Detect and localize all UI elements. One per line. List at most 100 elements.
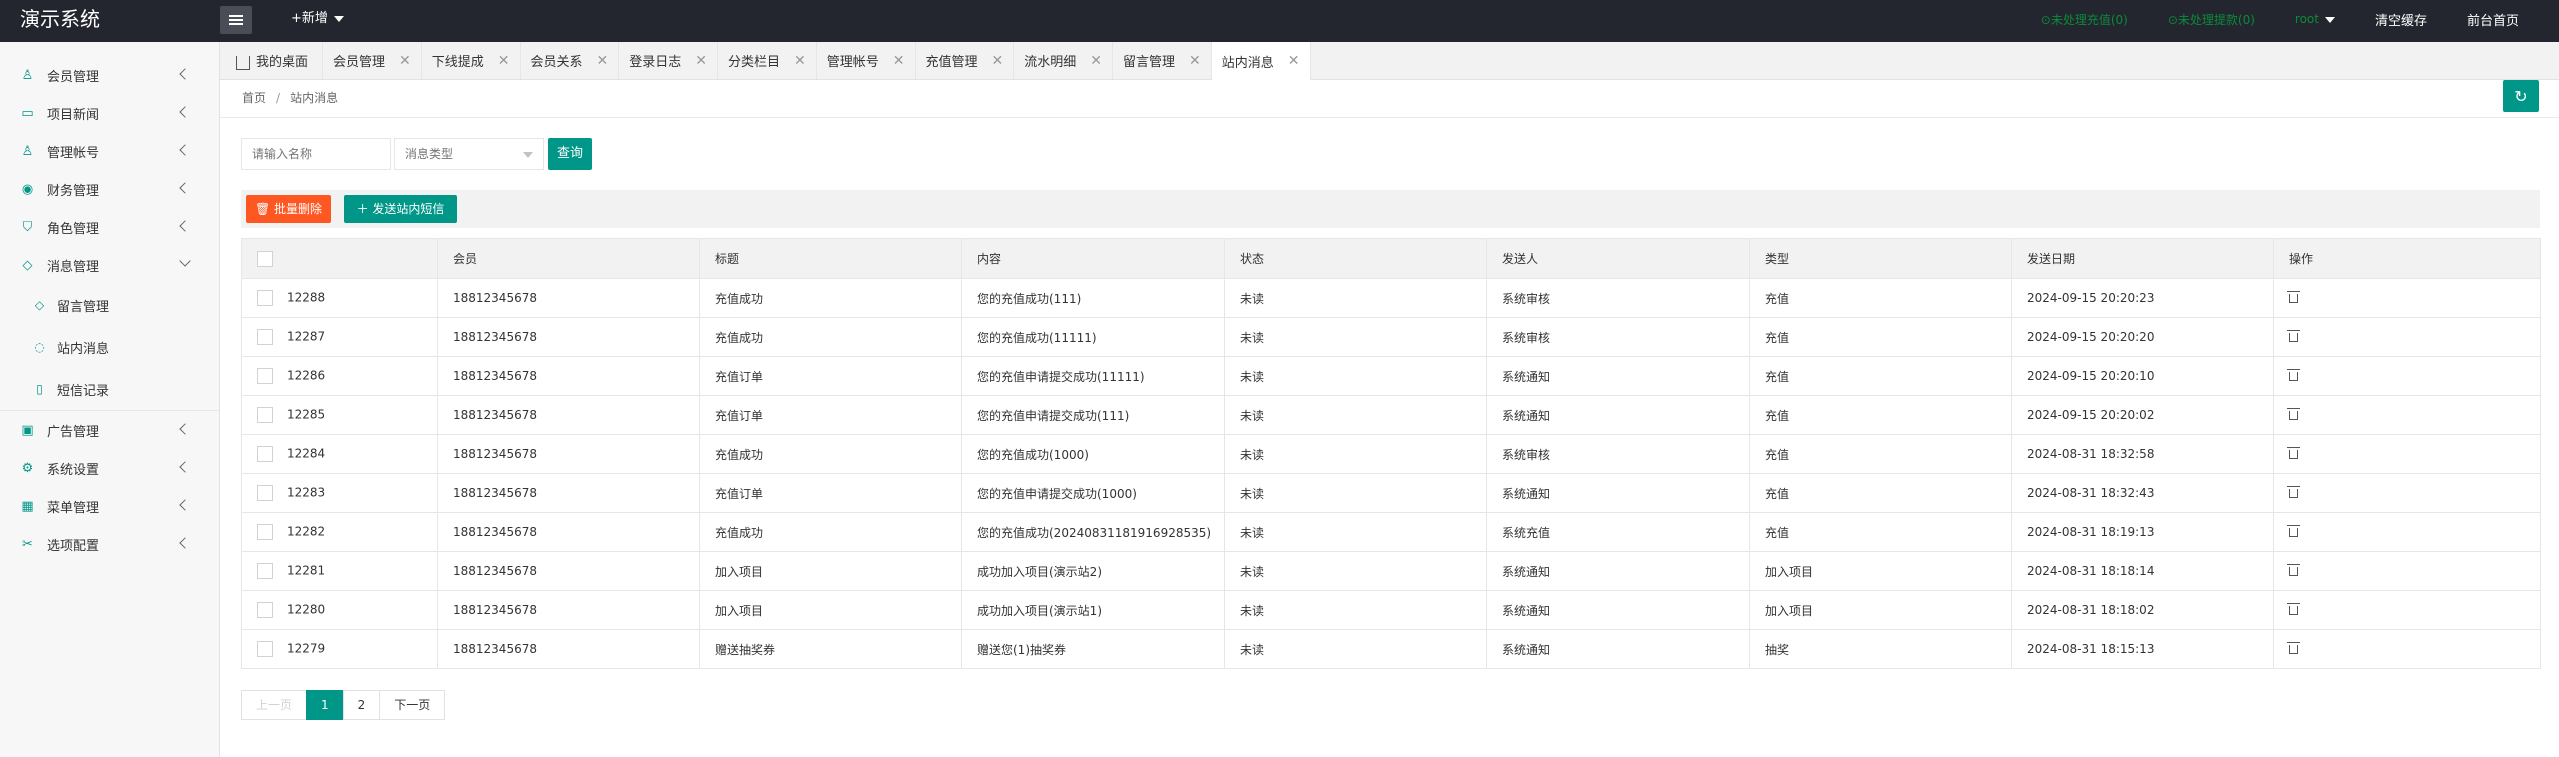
sidebar-item-system-settings[interactable]: ⚙ 系统设置 bbox=[0, 449, 219, 487]
close-icon[interactable]: ✕ bbox=[498, 53, 510, 69]
row-checkbox[interactable] bbox=[257, 602, 273, 618]
refresh-button[interactable]: ↻ bbox=[2503, 80, 2539, 112]
row-content: 您的充值成功(11111) bbox=[961, 317, 1225, 357]
sidebar-item-messages[interactable]: ◇ 消息管理 bbox=[0, 246, 219, 284]
close-icon[interactable]: ✕ bbox=[794, 53, 806, 69]
tab-member-relations[interactable]: 会员关系 ✕ bbox=[521, 42, 620, 79]
row-id: 12283 bbox=[287, 485, 326, 500]
delete-icon[interactable] bbox=[2287, 564, 2300, 576]
caret-down-icon bbox=[333, 15, 344, 22]
add-new-label: +新增 bbox=[291, 11, 328, 26]
tab-admin-accounts[interactable]: 管理帐号 ✕ bbox=[817, 42, 916, 79]
sidebar-item-admin-accounts[interactable]: ♙ 管理帐号 bbox=[0, 132, 219, 170]
chevron-left-icon bbox=[179, 537, 191, 549]
prev-page-button[interactable]: 上一页 bbox=[241, 690, 308, 720]
pending-recharge-link[interactable]: ⊙未处理充值(0) bbox=[2041, 11, 2128, 28]
tab-login-logs[interactable]: 登录日志 ✕ bbox=[619, 42, 719, 79]
row-member: 18812345678 bbox=[437, 473, 700, 513]
sidebar-subitem-site-messages[interactable]: ◌ 站内消息 bbox=[0, 326, 219, 368]
clear-cache-button[interactable]: 清空缓存 bbox=[2375, 10, 2427, 29]
row-title: 加入项目 bbox=[699, 590, 962, 630]
row-checkbox[interactable] bbox=[257, 524, 273, 540]
row-member: 18812345678 bbox=[437, 356, 700, 396]
delete-icon[interactable] bbox=[2287, 369, 2300, 381]
chevron-left-icon bbox=[179, 106, 191, 118]
tab-guestbook[interactable]: 留言管理 ✕ bbox=[1113, 42, 1212, 79]
sidebar-item-roles[interactable]: ⛉ 角色管理 bbox=[0, 208, 219, 246]
row-checkbox[interactable] bbox=[257, 407, 273, 423]
delete-icon[interactable] bbox=[2287, 408, 2300, 420]
breadcrumb-home[interactable]: 首页 bbox=[242, 91, 266, 105]
sidebar-item-menus[interactable]: ▦ 菜单管理 bbox=[0, 487, 219, 525]
tab-site-messages[interactable]: 站内消息 ✕ bbox=[1211, 42, 1311, 80]
delete-icon[interactable] bbox=[2287, 486, 2300, 498]
pending-withdraw-link[interactable]: ⊙未处理提款(0) bbox=[2168, 11, 2255, 28]
row-content: 成功加入项目(演示站1) bbox=[961, 590, 1225, 630]
row-checkbox[interactable] bbox=[257, 329, 273, 345]
sidebar-toggle-button[interactable] bbox=[220, 6, 252, 34]
tab-categories[interactable]: 分类栏目 ✕ bbox=[718, 42, 817, 79]
delete-icon[interactable] bbox=[2287, 525, 2300, 537]
delete-icon[interactable] bbox=[2287, 330, 2300, 342]
tab-label: 分类栏目 bbox=[728, 55, 781, 70]
close-icon[interactable]: ✕ bbox=[695, 53, 707, 69]
sidebar-item-members[interactable]: ♙ 会员管理 bbox=[0, 56, 219, 94]
close-icon[interactable]: ✕ bbox=[399, 53, 411, 69]
page-2-button[interactable]: 2 bbox=[342, 690, 381, 720]
row-id-cell: 12287 bbox=[241, 317, 438, 357]
close-icon[interactable]: ✕ bbox=[1288, 53, 1300, 69]
row-id: 12284 bbox=[287, 446, 326, 461]
header-select-all bbox=[241, 238, 438, 279]
message-type-select[interactable]: 消息类型 bbox=[394, 138, 544, 170]
chevron-left-icon bbox=[179, 182, 191, 194]
user-icon: ♙ bbox=[21, 67, 34, 83]
close-icon[interactable]: ✕ bbox=[893, 53, 905, 69]
row-id: 12280 bbox=[287, 602, 326, 617]
delete-icon[interactable] bbox=[2287, 447, 2300, 459]
query-button[interactable]: 查询 bbox=[548, 138, 592, 170]
app-logo[interactable]: 演示系统 bbox=[20, 0, 100, 42]
sidebar-subitem-sms-records[interactable]: ▯ 短信记录 bbox=[0, 368, 219, 410]
row-actions bbox=[2273, 356, 2541, 396]
row-checkbox[interactable] bbox=[257, 368, 273, 384]
tab-commission[interactable]: 下线提成 ✕ bbox=[422, 42, 521, 79]
close-icon[interactable]: ✕ bbox=[992, 53, 1004, 69]
user-menu[interactable]: root bbox=[2295, 12, 2335, 26]
tab-recharge[interactable]: 充值管理 ✕ bbox=[916, 42, 1015, 79]
delete-icon[interactable] bbox=[2287, 603, 2300, 615]
tab-transactions[interactable]: 流水明细 ✕ bbox=[1014, 42, 1114, 79]
close-icon[interactable]: ✕ bbox=[1090, 53, 1102, 69]
sidebar-subitem-label: 留言管理 bbox=[57, 299, 110, 315]
select-all-checkbox[interactable] bbox=[257, 250, 273, 267]
row-id-cell: 12288 bbox=[241, 278, 438, 318]
sidebar-item-ads[interactable]: ▣ 广告管理 bbox=[0, 411, 219, 449]
table-row: 12282 18812345678 充值成功 您的充值成功(2024083118191… bbox=[241, 512, 2541, 552]
close-icon[interactable]: ✕ bbox=[1189, 53, 1201, 69]
delete-icon[interactable] bbox=[2287, 291, 2300, 303]
next-page-button[interactable]: 下一页 bbox=[379, 690, 446, 720]
send-message-button[interactable]: ＋ 发送站内短信 bbox=[344, 195, 457, 223]
row-checkbox[interactable] bbox=[257, 563, 273, 579]
row-checkbox[interactable] bbox=[257, 446, 273, 462]
sidebar-item-finance[interactable]: ◉ 财务管理 bbox=[0, 170, 219, 208]
row-date: 2024-09-15 20:20:10 bbox=[2011, 356, 2274, 396]
add-new-menu[interactable]: +新增 bbox=[291, 0, 344, 38]
frontend-home-link[interactable]: 前台首页 bbox=[2467, 10, 2519, 29]
tab-desktop[interactable]: 我的桌面 bbox=[220, 42, 324, 79]
sidebar-item-options[interactable]: ✂ 选项配置 bbox=[0, 525, 219, 563]
delete-icon[interactable] bbox=[2287, 642, 2300, 654]
name-search-input[interactable] bbox=[241, 138, 391, 170]
close-icon[interactable]: ✕ bbox=[597, 53, 609, 69]
row-checkbox[interactable] bbox=[257, 641, 273, 657]
row-checkbox[interactable] bbox=[257, 485, 273, 501]
row-type: 充值 bbox=[1749, 278, 2012, 318]
sidebar-subitem-guestbook[interactable]: ◇ 留言管理 bbox=[0, 284, 219, 326]
tab-members[interactable]: 会员管理 ✕ bbox=[323, 42, 422, 79]
page-1-button[interactable]: 1 bbox=[306, 690, 344, 720]
batch-delete-button[interactable]: 🗑 批量删除 bbox=[246, 195, 331, 223]
row-checkbox[interactable] bbox=[257, 290, 273, 306]
table-row: 12280 18812345678 加入项目 成功加入项目(演示站1) 未读 系统通知 加入… bbox=[241, 590, 2541, 630]
row-type: 充值 bbox=[1749, 317, 2012, 357]
sidebar-item-news[interactable]: ▭ 项目新闻 bbox=[0, 94, 219, 132]
row-actions bbox=[2273, 590, 2541, 630]
